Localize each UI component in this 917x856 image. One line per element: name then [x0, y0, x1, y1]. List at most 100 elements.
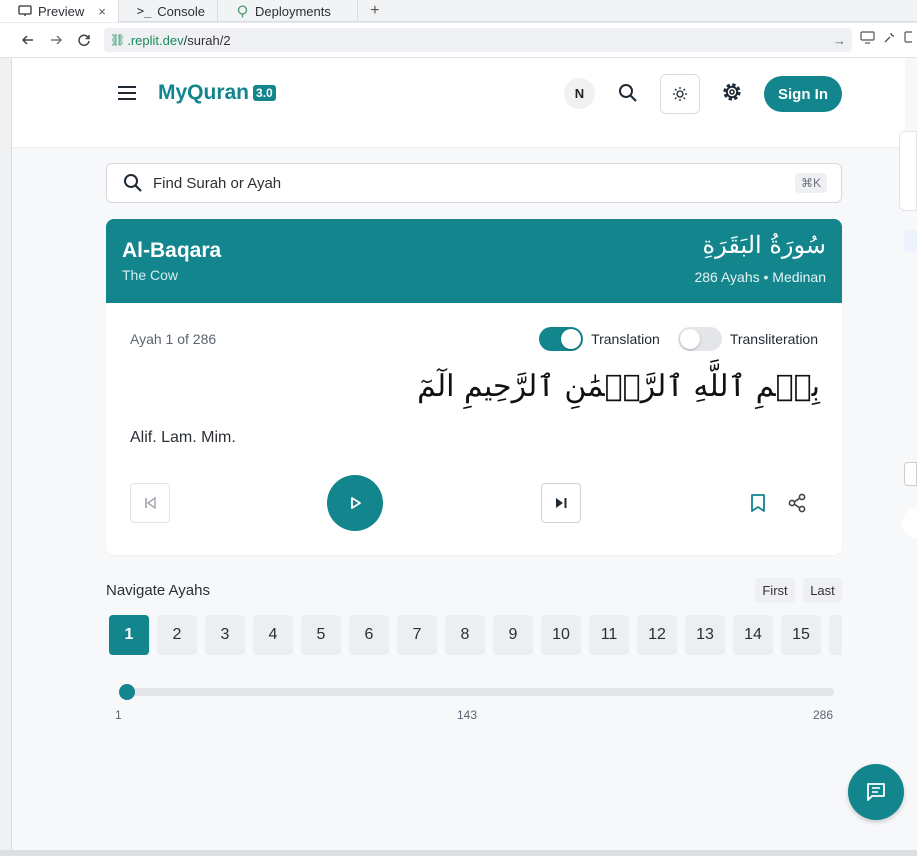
app-page: MyQuran 3.0 N Sign In Find Surah or Ayah… [12, 58, 917, 850]
chat-icon [867, 783, 885, 801]
edge-widget[interactable] [904, 462, 917, 486]
slider-min-label: 1 [115, 708, 122, 722]
page-button[interactable]: 8 [445, 615, 485, 655]
page-button[interactable]: 9 [493, 615, 533, 655]
monitor-icon [18, 5, 32, 17]
last-ayah-button[interactable]: Last [803, 578, 842, 603]
edge-tools-panel[interactable] [899, 131, 917, 211]
arrow-left-icon [21, 35, 33, 45]
tab-preview[interactable]: Preview × [0, 0, 119, 22]
surah-header: Al-Baqara The Cow سُورَةُ البَقَرَةِ 286… [106, 219, 842, 303]
play-button[interactable] [327, 475, 383, 531]
bookmark-button[interactable] [746, 491, 770, 515]
brand-name: MyQuran [158, 81, 250, 104]
wrench-icon[interactable] [883, 31, 896, 49]
surah-meaning: The Cow [122, 267, 179, 283]
page-button[interactable]: 4 [253, 615, 293, 655]
share-icon [788, 493, 806, 513]
edge-chip[interactable] [904, 230, 917, 252]
share-button[interactable] [785, 491, 809, 515]
translation-switch[interactable] [539, 327, 584, 351]
page-button[interactable]: 1 [109, 615, 149, 655]
surah-meta: 286 Ayahs • Medinan [694, 269, 826, 285]
search-placeholder: Find Surah or Ayah [153, 174, 282, 192]
shortcut-badge: ⌘K [794, 173, 827, 193]
globe-icon[interactable] [902, 508, 917, 538]
url-field[interactable]: ⛓ .replit.dev /surah/2 → [104, 28, 852, 52]
skip-next-icon [556, 498, 567, 508]
slider-mid-label: 143 [457, 708, 478, 722]
display-toggles: Translation Transliteration [539, 327, 818, 351]
slider-thumb[interactable] [119, 684, 135, 700]
play-icon [351, 497, 361, 509]
page-button[interactable]: 3 [205, 615, 245, 655]
devices-icon[interactable] [860, 31, 875, 49]
go-arrow-icon[interactable]: → [833, 33, 846, 48]
arrow-right-icon [51, 35, 63, 45]
deploy-icon [236, 4, 249, 18]
url-host: .replit.dev [127, 32, 184, 48]
tab-deployments[interactable]: Deployments [218, 0, 358, 22]
slider-max-label: 286 [813, 708, 834, 722]
new-tab-button[interactable]: + [358, 0, 392, 21]
surah-card: Al-Baqara The Cow سُورَةُ البَقَرَةِ 286… [106, 219, 842, 555]
hamburger-icon [118, 86, 136, 100]
chat-button[interactable] [848, 764, 904, 820]
brand-logo[interactable]: MyQuran 3.0 [158, 81, 276, 105]
ayah-pager: 1 2 3 4 5 6 7 8 9 10 11 12 13 14 15 [109, 615, 842, 655]
page-button[interactable]: 2 [157, 615, 197, 655]
page-button[interactable]: 13 [685, 615, 725, 655]
surah-name: Al-Baqara [122, 239, 222, 262]
sun-icon [673, 87, 687, 101]
ayah-slider[interactable] [119, 684, 834, 700]
link-icon: ⛓ [110, 33, 126, 47]
url-tools [860, 31, 916, 49]
translation-label: Translation [591, 331, 660, 347]
page-button[interactable]: 15 [781, 615, 821, 655]
left-gutter [0, 58, 12, 856]
app-header: MyQuran 3.0 N Sign In [12, 58, 905, 148]
transliteration-label: Transliteration [729, 331, 818, 347]
tab-label: Preview [38, 3, 85, 19]
close-icon[interactable]: × [98, 4, 106, 19]
next-ayah-button[interactable] [541, 483, 581, 523]
ayah-translation-text: Alif. Lam. Mim. [130, 429, 236, 446]
back-button[interactable] [14, 26, 42, 54]
previous-ayah-button[interactable] [130, 483, 170, 523]
navigator-title: Navigate Ayahs [106, 582, 210, 599]
sign-in-button[interactable]: Sign In [764, 76, 842, 112]
ayah-arabic-text: بِسۡمِ ٱللَّهِ ٱلرَّحۡمَٰنِ ٱلرَّحِيمِ ا… [417, 369, 820, 404]
page-button[interactable]: 5 [301, 615, 341, 655]
page-button[interactable]: 7 [397, 615, 437, 655]
gear-icon [723, 83, 741, 101]
bookmark-icon [751, 494, 765, 512]
bottom-scrollbar[interactable] [0, 850, 917, 856]
surah-arabic-name: سُورَةُ البَقَرَةِ [702, 231, 826, 259]
reload-icon [78, 34, 90, 47]
first-ayah-button[interactable]: First [755, 578, 795, 603]
transliteration-switch[interactable] [677, 327, 722, 351]
terminal-icon: >_ [136, 4, 152, 18]
search-button[interactable] [615, 80, 641, 106]
forward-button[interactable] [42, 26, 70, 54]
page-button[interactable]: 10 [541, 615, 581, 655]
tab-label: Console [157, 3, 205, 19]
url-path: /surah/2 [183, 32, 231, 48]
reload-button[interactable] [70, 26, 98, 54]
page-button[interactable]: 6 [349, 615, 389, 655]
avatar[interactable]: N [564, 78, 595, 109]
theme-toggle-button[interactable] [660, 74, 700, 114]
settings-button[interactable] [718, 78, 746, 106]
search-input[interactable]: Find Surah or Ayah ⌘K [106, 163, 842, 203]
page-button[interactable]: 12 [637, 615, 677, 655]
search-icon [619, 84, 637, 102]
ayah-counter: Ayah 1 of 286 [130, 331, 217, 347]
page-button-partial[interactable] [829, 615, 842, 655]
search-icon [124, 174, 142, 192]
window-icon[interactable] [904, 31, 916, 49]
menu-button[interactable] [115, 81, 139, 105]
tab-console[interactable]: >_ Console [119, 0, 218, 22]
page-button[interactable]: 11 [589, 615, 629, 655]
ide-tab-strip: Preview × >_ Console Deployments + [0, 0, 917, 22]
page-button[interactable]: 14 [733, 615, 773, 655]
